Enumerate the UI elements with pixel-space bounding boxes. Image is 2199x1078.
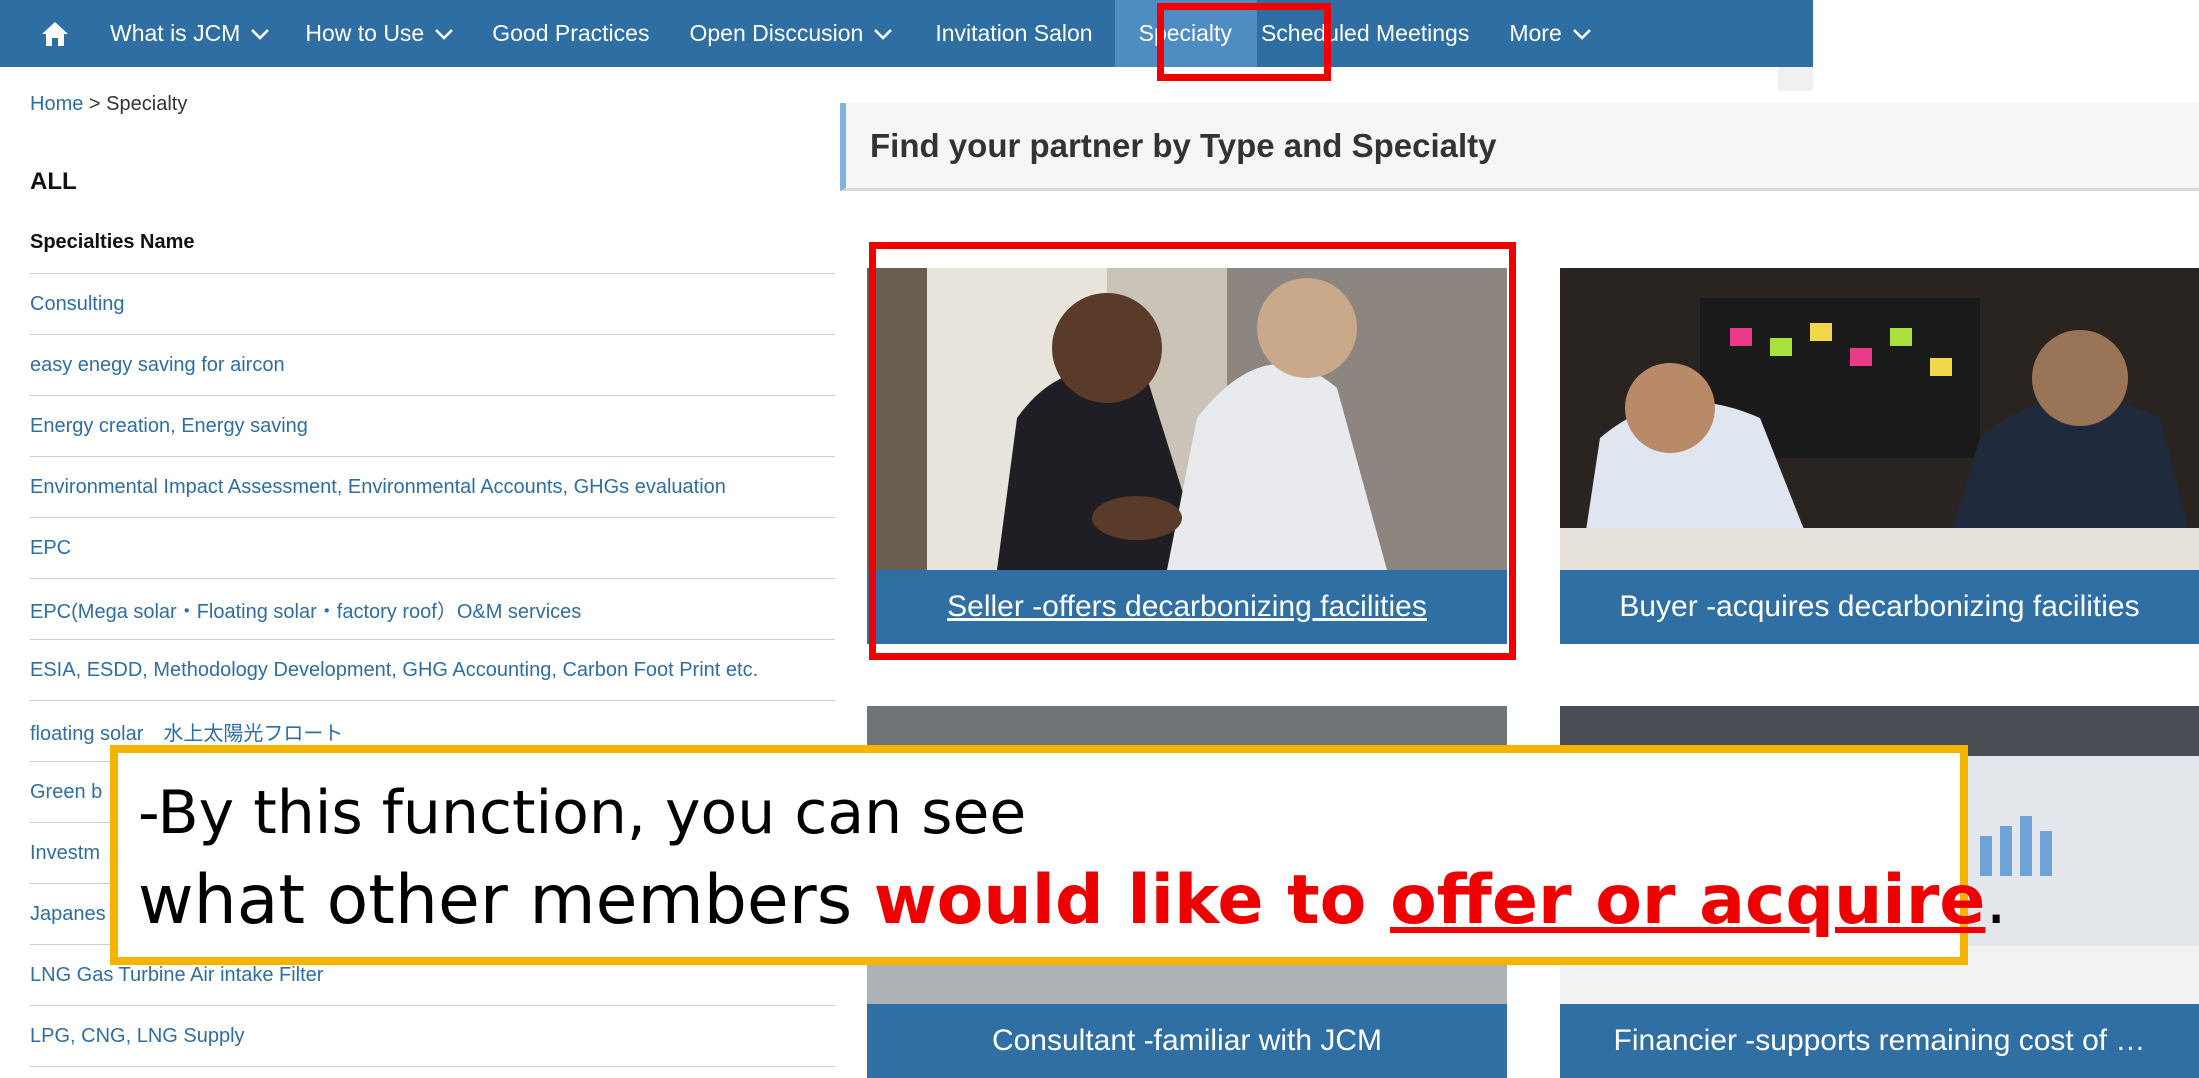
- callout-text: what other members: [138, 861, 874, 940]
- specialty-link[interactable]: EPC: [30, 518, 835, 579]
- nav-label: Scheduled Meetings: [1260, 20, 1470, 46]
- seller-card[interactable]: Seller -offers decarbonizing facilities: [867, 268, 1507, 644]
- nav-good-practices[interactable]: Good Practices: [474, 0, 669, 67]
- nav-how-to-use[interactable]: How to Use: [290, 0, 474, 67]
- specialty-link[interactable]: ESIA, ESDD, Methodology Development, GHG…: [30, 640, 835, 701]
- nav-what-is-jcm[interactable]: What is JCM: [110, 0, 290, 67]
- callout-highlight: would like to: [873, 861, 1391, 940]
- nav-scheduled-meetings[interactable]: Scheduled Meetings: [1257, 0, 1489, 67]
- category-heading: ALL: [30, 168, 77, 195]
- specialty-link[interactable]: EPC(Mega solar・Floating solar・factory ro…: [30, 579, 835, 640]
- explanation-callout: -By this function, you can see what othe…: [110, 745, 2007, 965]
- callout-line-1: -By this function, you can see: [138, 778, 1027, 848]
- nav-home-button[interactable]: [0, 0, 110, 67]
- specialty-link[interactable]: LPG, CNG, LNG Supply: [30, 1006, 835, 1067]
- handshake-photo: [1560, 268, 2199, 570]
- nav-invitation-salon[interactable]: Invitation Salon: [913, 0, 1114, 67]
- nav-open-disccusion[interactable]: Open Disccusion: [669, 0, 913, 67]
- nav-label: Open Disccusion: [689, 20, 864, 46]
- consultant-card-label[interactable]: Consultant -familiar with JCM: [867, 1004, 1507, 1078]
- nav-specialty[interactable]: Specialty: [1114, 0, 1257, 67]
- callout-line-2: what other members would like to offer o…: [138, 853, 2007, 949]
- callout-underlined-highlight: offer or acquire: [1390, 861, 1986, 940]
- financier-card-label[interactable]: Financier -supports remaining cost of …: [1560, 1004, 2199, 1078]
- breadcrumb-separator: >: [88, 93, 101, 115]
- handshake-photo: [867, 268, 1507, 570]
- nav-more[interactable]: More: [1489, 0, 1611, 67]
- chevron-down-icon: [873, 28, 893, 40]
- specialty-link[interactable]: Environmental Impact Assessment, Environ…: [30, 457, 835, 518]
- breadcrumb-home-link[interactable]: Home: [30, 93, 83, 115]
- breadcrumb-current: Specialty: [106, 93, 188, 115]
- chevron-down-icon: [250, 28, 270, 40]
- nav-label: More: [1509, 20, 1562, 46]
- specialty-link[interactable]: easy enegy saving for aircon: [30, 335, 835, 396]
- nav-label: Specialty: [1138, 20, 1232, 46]
- nav-label: What is JCM: [110, 20, 241, 46]
- chevron-down-icon: [434, 28, 454, 40]
- nav-edge: [1778, 67, 1813, 91]
- nav-label: Good Practices: [492, 20, 650, 46]
- buyer-card-label[interactable]: Buyer -acquires decarbonizing facilities: [1560, 570, 2199, 644]
- breadcrumb: Home > Specialty: [30, 93, 187, 116]
- chevron-down-icon: [1572, 28, 1592, 40]
- seller-card-label[interactable]: Seller -offers decarbonizing facilities: [867, 570, 1507, 644]
- buyer-card[interactable]: Buyer -acquires decarbonizing facilities: [1560, 268, 2199, 644]
- specialties-column-header: Specialties Name: [30, 212, 835, 274]
- home-icon: [42, 21, 68, 46]
- main-nav: What is JCM How to Use Good Practices Op…: [0, 0, 1813, 67]
- nav-label: How to Use: [305, 20, 425, 46]
- specialty-link[interactable]: Energy creation, Energy saving: [30, 396, 835, 457]
- specialty-link[interactable]: Consulting: [30, 274, 835, 335]
- find-partner-heading: Find your partner by Type and Specialty: [840, 103, 2199, 191]
- callout-period: .: [1985, 861, 2007, 940]
- nav-label: Invitation Salon: [935, 20, 1093, 46]
